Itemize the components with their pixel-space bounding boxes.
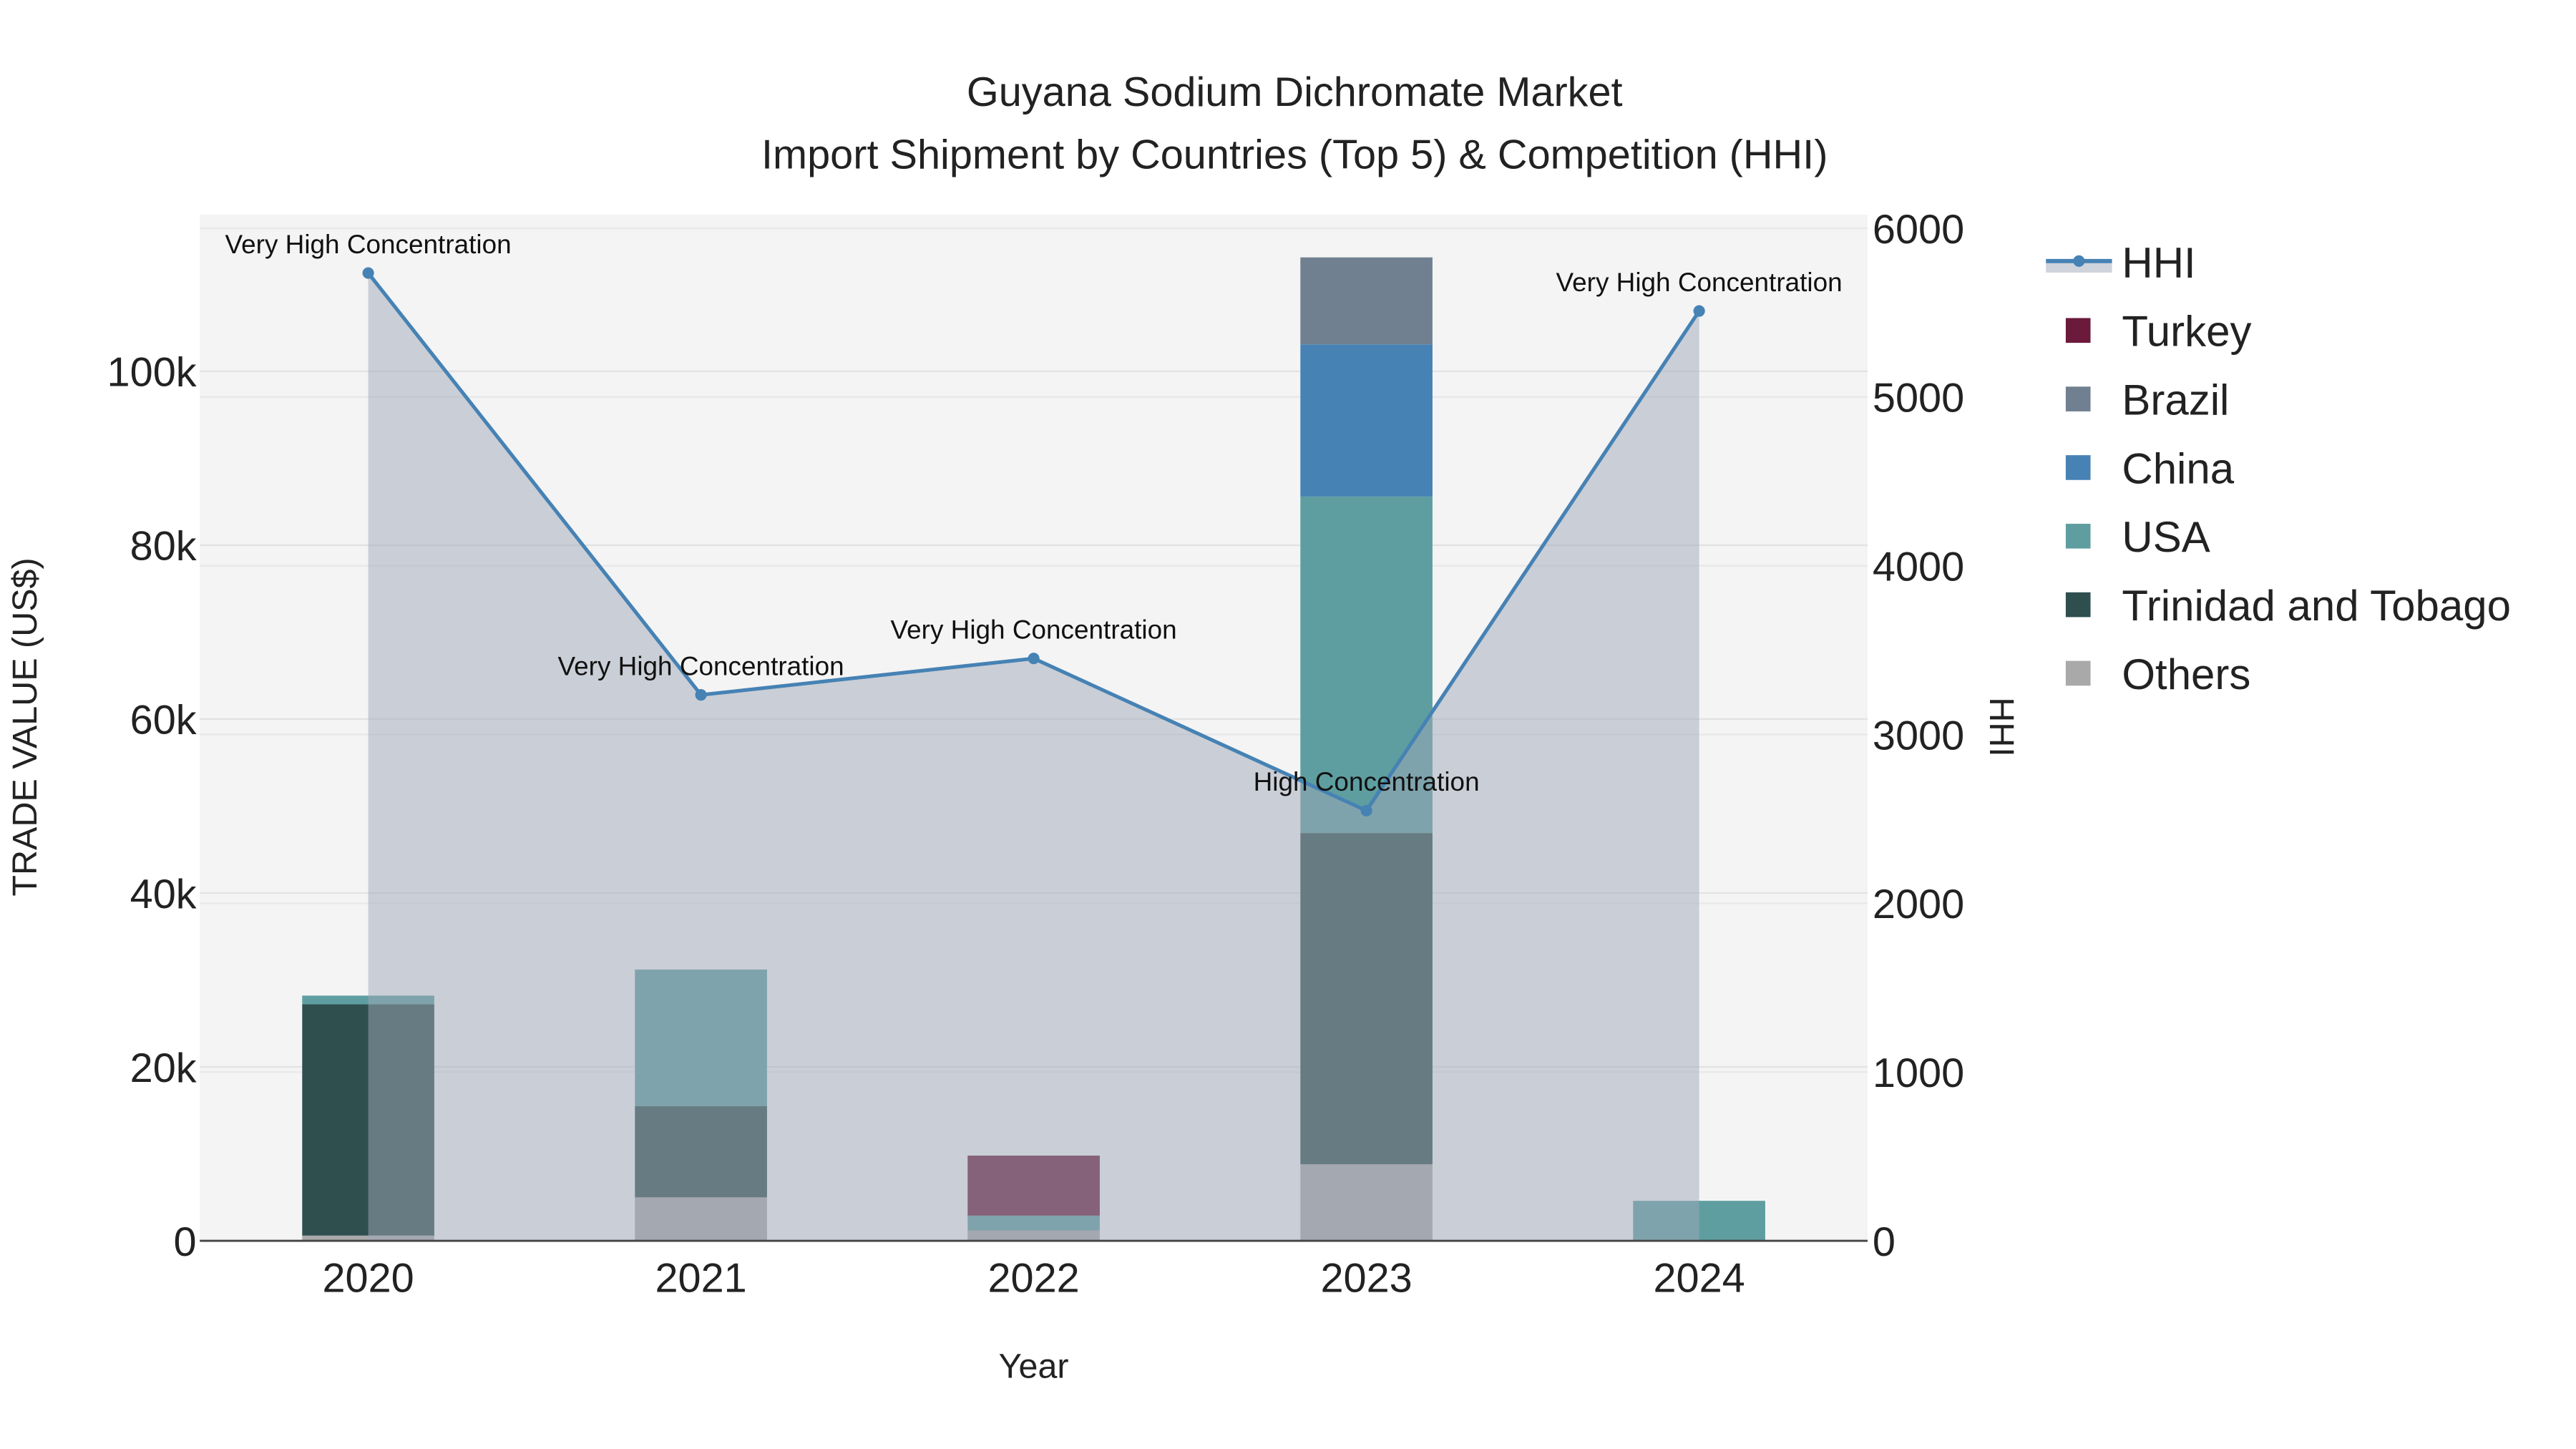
hhi-annotation: Very High Concentration bbox=[891, 615, 1177, 644]
y2-tick-label: 1000 bbox=[1873, 1050, 1964, 1096]
legend-swatch bbox=[2065, 455, 2091, 480]
hhi-point[interactable] bbox=[695, 689, 707, 701]
y-axis-label: TRADE VALUE (US$) bbox=[6, 557, 44, 896]
legend-swatch bbox=[2065, 660, 2091, 686]
y2-axis-ticks: 0 1000 2000 3000 4000 5000 6000 bbox=[1873, 207, 1964, 1265]
hhi-annotation: High Concentration bbox=[1254, 767, 1480, 796]
y-tick-label: 60k bbox=[130, 698, 197, 743]
y2-tick-label: 5000 bbox=[1873, 376, 1964, 421]
legend-item-others[interactable]: Others bbox=[2065, 650, 2250, 698]
x-tick-label: 2023 bbox=[1320, 1256, 1412, 1302]
hhi-annotation: Very High Concentration bbox=[225, 230, 512, 259]
y-tick-label: 100k bbox=[107, 350, 197, 396]
legend-label: Trinidad and Tobago bbox=[2122, 582, 2511, 630]
y2-tick-label: 4000 bbox=[1873, 544, 1964, 590]
y2-tick-label: 0 bbox=[1873, 1219, 1896, 1265]
legend-item-china[interactable]: China bbox=[2065, 444, 2235, 492]
legend-swatch bbox=[2065, 592, 2091, 618]
legend-item-turkey[interactable]: Turkey bbox=[2065, 308, 2252, 356]
legend-label: HHI bbox=[2122, 239, 2195, 287]
chart: Guyana Sodium Dichromate Market Import S… bbox=[6, 69, 2511, 1386]
bar-brazil[interactable] bbox=[1300, 257, 1433, 345]
legend-item-hhi[interactable]: HHI bbox=[2046, 239, 2196, 287]
legend-label: Others bbox=[2122, 650, 2250, 698]
hhi-point[interactable] bbox=[1028, 653, 1040, 665]
legend-marker bbox=[2073, 255, 2085, 267]
hhi-annotation: Very High Concentration bbox=[558, 651, 844, 680]
legend-swatch bbox=[2065, 386, 2091, 411]
y2-tick-label: 6000 bbox=[1873, 207, 1964, 253]
x-tick-label: 2020 bbox=[322, 1256, 414, 1302]
y2-tick-label: 2000 bbox=[1873, 882, 1964, 927]
y-axis-ticks: 0 20k 40k 60k 80k 100k bbox=[107, 350, 197, 1265]
hhi-point[interactable] bbox=[1360, 804, 1372, 816]
hhi-point[interactable] bbox=[1693, 305, 1705, 317]
legend-label: China bbox=[2122, 444, 2234, 492]
y2-tick-label: 3000 bbox=[1873, 713, 1964, 758]
legend-item-usa[interactable]: USA bbox=[2065, 513, 2210, 561]
legend-label: Turkey bbox=[2122, 308, 2251, 356]
legend-swatch bbox=[2065, 523, 2091, 549]
y-tick-label: 0 bbox=[174, 1219, 197, 1265]
chart-title-line2: Import Shipment by Countries (Top 5) & C… bbox=[761, 132, 1828, 178]
hhi-point[interactable] bbox=[362, 267, 374, 279]
x-tick-label: 2024 bbox=[1653, 1256, 1745, 1302]
legend-label: USA bbox=[2122, 513, 2210, 561]
y-tick-label: 20k bbox=[130, 1045, 197, 1091]
legend-swatch bbox=[2065, 318, 2091, 343]
y-tick-label: 80k bbox=[130, 524, 197, 570]
bar-china[interactable] bbox=[1300, 344, 1433, 497]
chart-title-line1: Guyana Sodium Dichromate Market bbox=[967, 69, 1623, 115]
x-axis-ticks: 2020 2021 2022 2023 2024 bbox=[322, 1256, 1745, 1302]
legend-item-trinidad-and-tobago[interactable]: Trinidad and Tobago bbox=[2065, 582, 2511, 630]
hhi-annotation: Very High Concentration bbox=[1556, 268, 1843, 297]
legend-item-brazil[interactable]: Brazil bbox=[2065, 376, 2229, 424]
x-tick-label: 2022 bbox=[987, 1256, 1079, 1302]
y2-axis-label: HHI bbox=[1982, 697, 2021, 757]
x-tick-label: 2021 bbox=[655, 1256, 746, 1302]
legend-label: Brazil bbox=[2122, 376, 2229, 424]
x-axis-label: Year bbox=[999, 1347, 1069, 1386]
y-tick-label: 40k bbox=[130, 872, 197, 917]
legend: HHI Turkey Brazil China USA Trinidad and Toba… bbox=[2046, 239, 2511, 698]
